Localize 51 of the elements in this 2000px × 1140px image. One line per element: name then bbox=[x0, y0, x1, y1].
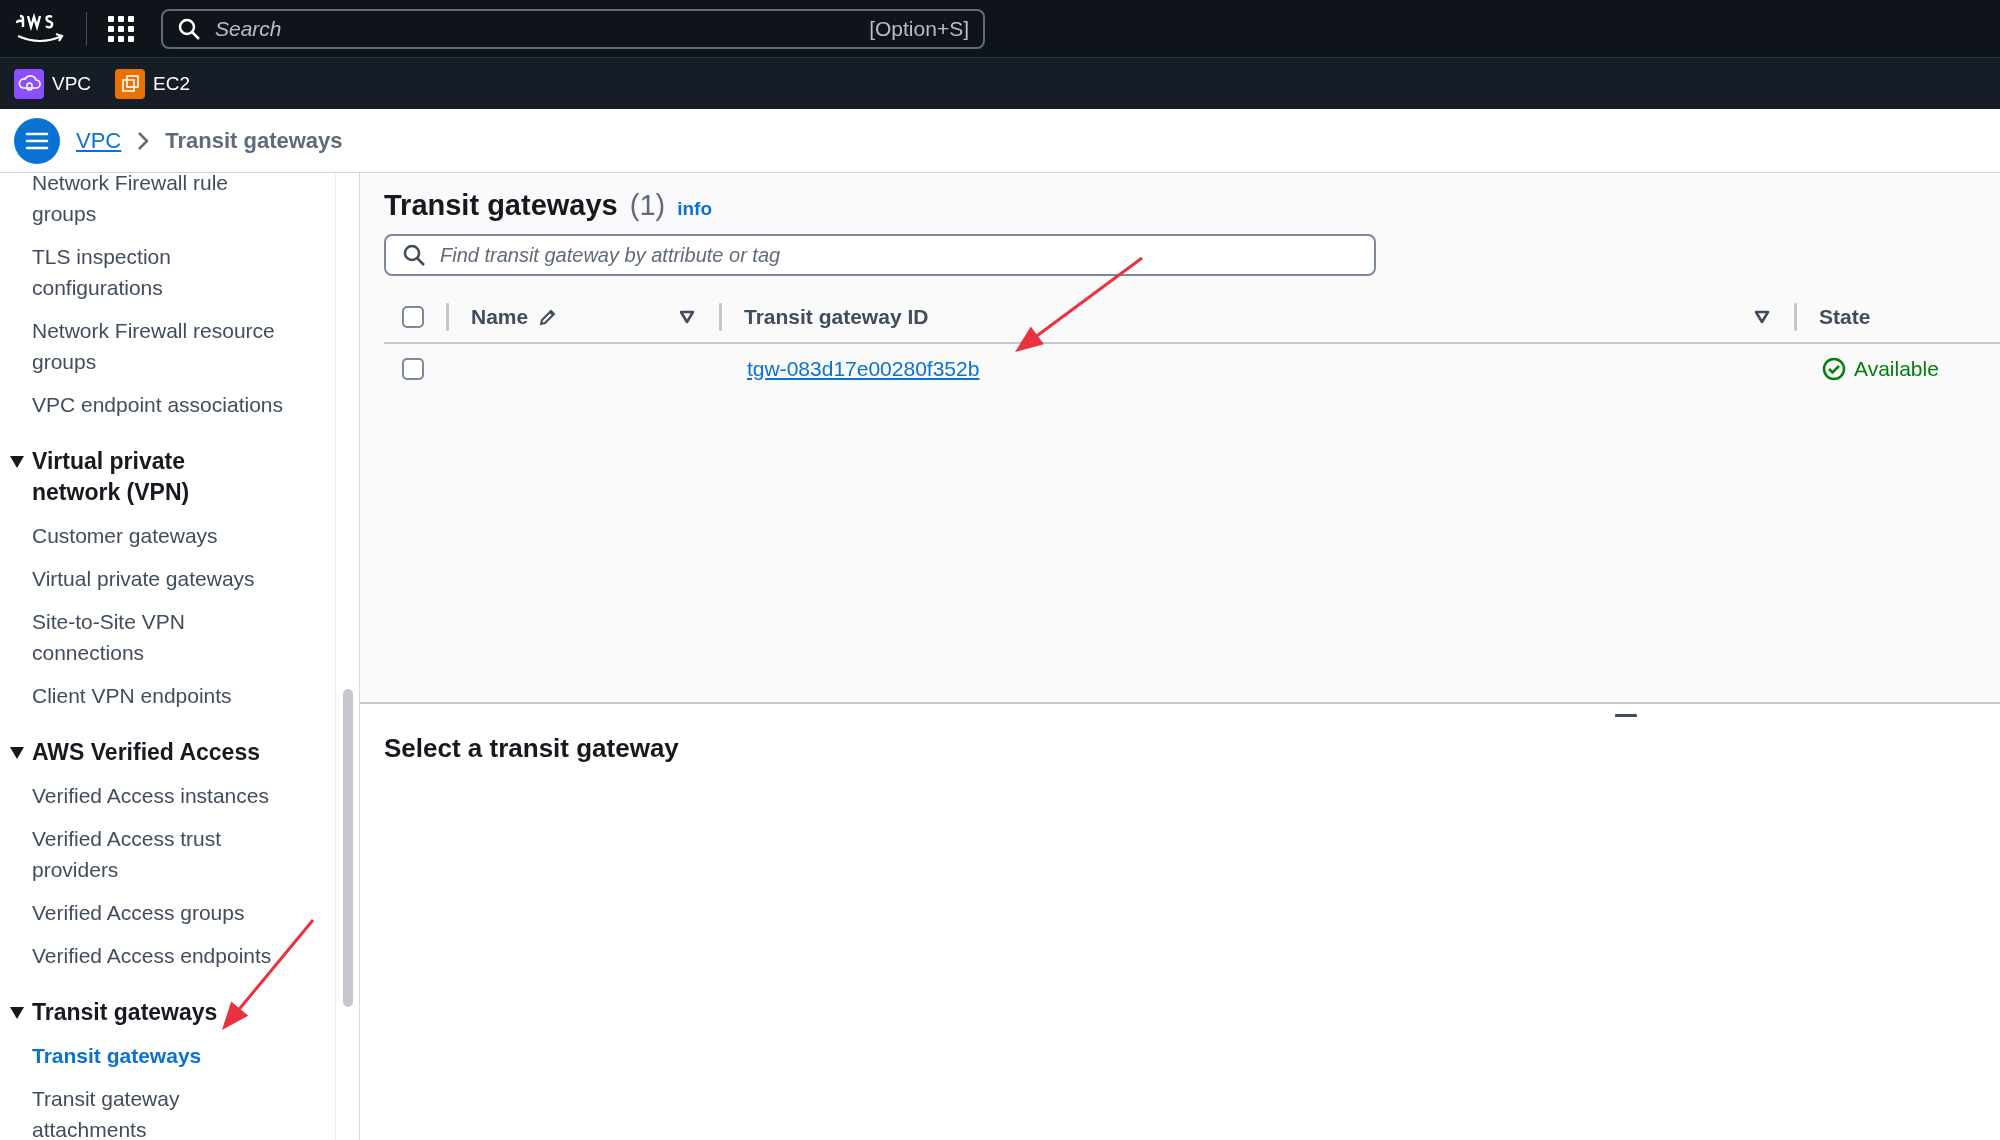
item-count: (1) bbox=[629, 189, 666, 222]
breadcrumb-current: Transit gateways bbox=[165, 127, 343, 154]
menu-button[interactable] bbox=[14, 117, 60, 164]
sidebar-link[interactable]: Virtual private gateways bbox=[32, 557, 290, 600]
sidebar-link[interactable]: Network Firewall resource groups bbox=[32, 309, 290, 383]
sidebar-link[interactable]: Transit gateways bbox=[32, 1034, 290, 1077]
breadcrumb-link[interactable]: VPC bbox=[76, 127, 122, 154]
sidebar-link[interactable]: Verified Access groups bbox=[32, 891, 290, 934]
table-title: Transit gateways bbox=[384, 189, 618, 222]
chevron-right-icon bbox=[137, 130, 150, 151]
sidebar-link[interactable]: VPC endpoint associations bbox=[32, 383, 290, 426]
menu-icon bbox=[25, 130, 49, 151]
sort-icon[interactable] bbox=[1754, 310, 1770, 324]
row-checkbox[interactable] bbox=[402, 358, 424, 380]
filter-input[interactable]: Find transit gateway by attribute or tag bbox=[438, 242, 1358, 268]
sidebar-link[interactable]: Verified Access endpoints bbox=[32, 934, 290, 977]
search-input[interactable]: Search bbox=[213, 15, 858, 42]
sidebar-link[interactable]: Customer gateways bbox=[32, 514, 290, 557]
search-icon bbox=[177, 16, 201, 41]
scrollbar-thumb[interactable] bbox=[342, 689, 353, 1007]
expanded-triangle-icon[interactable] bbox=[10, 747, 24, 759]
sidebar-section-title[interactable]: Transit gateways bbox=[32, 997, 272, 1028]
sidebar-link[interactable]: TLS inspection configurations bbox=[32, 235, 290, 309]
details-title: Select a transit gateway bbox=[384, 733, 680, 764]
sidebar-link[interactable]: Verified Access instances bbox=[32, 774, 290, 817]
sidebar-section-title[interactable]: AWS Verified Access bbox=[32, 737, 272, 768]
sidebar-section-title[interactable]: Virtual private network (VPN) bbox=[32, 446, 272, 508]
shortcut-hint: [Option+S] bbox=[869, 16, 969, 41]
expanded-triangle-icon[interactable] bbox=[10, 1007, 24, 1019]
column-header[interactable]: State bbox=[1819, 305, 1871, 329]
column-header[interactable]: Name bbox=[471, 305, 529, 329]
sidebar-link[interactable]: Network Firewall rule groups bbox=[32, 173, 290, 235]
sidebar-link[interactable]: Transit gateway attachments bbox=[32, 1077, 290, 1140]
status-text: Available bbox=[1854, 357, 1939, 381]
service-shortcut[interactable]: VPC bbox=[14, 68, 92, 99]
expanded-triangle-icon[interactable] bbox=[10, 456, 24, 468]
check-circle-icon bbox=[1822, 357, 1846, 381]
sort-icon[interactable] bbox=[679, 310, 695, 324]
apps-grid-icon[interactable] bbox=[107, 14, 135, 43]
filter-field[interactable]: Find transit gateway by attribute or tag bbox=[384, 234, 1376, 276]
sidebar-link[interactable]: Verified Access trust providers bbox=[32, 817, 290, 891]
column-header[interactable]: Transit gateway ID bbox=[744, 305, 929, 329]
search-icon bbox=[402, 243, 426, 267]
gateway-id-link[interactable]: tgw-083d17e00280f352b bbox=[722, 357, 980, 380]
info-link[interactable]: info bbox=[677, 198, 712, 220]
sidebar-link[interactable]: Client VPN endpoints bbox=[32, 674, 290, 717]
sidebar-link[interactable]: Site-to-Site VPN connections bbox=[32, 600, 290, 674]
service-shortcut[interactable]: EC2 bbox=[115, 68, 191, 99]
search-field[interactable]: Search [Option+S] bbox=[161, 8, 985, 49]
resize-handle[interactable] bbox=[1615, 714, 1637, 717]
select-all-checkbox[interactable] bbox=[402, 306, 424, 328]
